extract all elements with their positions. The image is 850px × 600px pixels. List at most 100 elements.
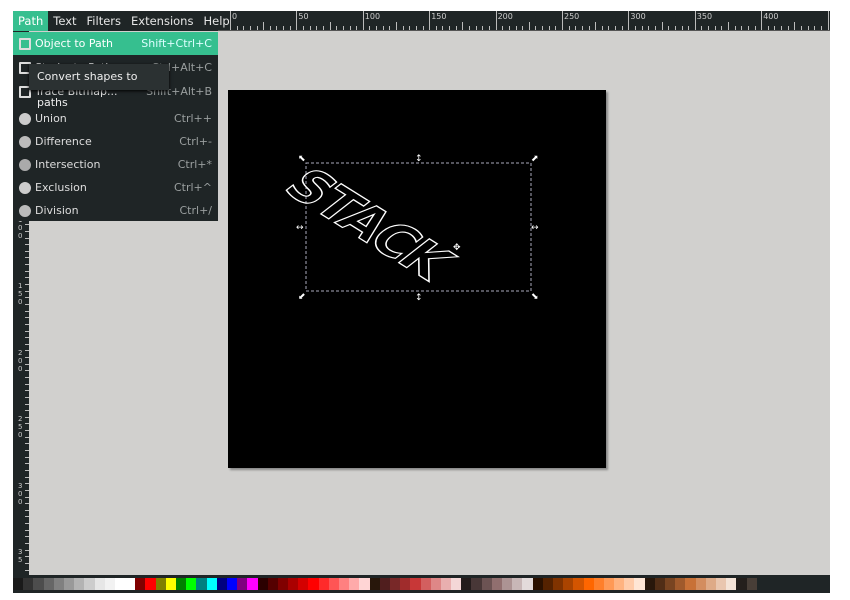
color-swatch[interactable] <box>593 578 604 590</box>
color-swatch[interactable] <box>705 578 716 590</box>
color-swatch[interactable] <box>13 578 24 590</box>
color-swatch[interactable] <box>298 578 309 590</box>
color-swatch[interactable] <box>145 578 156 590</box>
color-swatch[interactable] <box>114 578 126 590</box>
color-swatch[interactable] <box>440 578 452 590</box>
color-swatch[interactable] <box>430 578 441 590</box>
color-swatch[interactable] <box>389 578 401 590</box>
color-swatch[interactable] <box>573 578 584 590</box>
color-swatch[interactable] <box>359 578 370 590</box>
menu-text[interactable]: Text <box>48 11 81 31</box>
scale-handle-w[interactable]: ↔ <box>296 223 304 233</box>
color-swatch[interactable] <box>328 578 339 590</box>
color-swatch[interactable] <box>155 578 166 590</box>
color-swatch[interactable] <box>63 578 75 590</box>
color-swatch[interactable] <box>135 578 146 590</box>
color-swatch[interactable] <box>176 578 187 590</box>
menu-path[interactable]: Path <box>13 11 49 31</box>
color-swatch[interactable] <box>237 578 248 590</box>
menu-filters[interactable]: Filters <box>82 11 126 31</box>
menu-item-shortcut: Ctrl++ <box>173 112 212 125</box>
rotate-handle-ne[interactable]: ⬈ <box>531 154 539 164</box>
color-swatch[interactable] <box>491 578 502 590</box>
color-swatch[interactable] <box>746 578 757 590</box>
color-swatch[interactable] <box>695 578 706 590</box>
color-swatch[interactable] <box>461 578 472 590</box>
color-swatch[interactable] <box>125 578 136 590</box>
rotate-handle-nw[interactable]: ⬉ <box>298 154 306 164</box>
color-swatch[interactable] <box>715 578 727 590</box>
color-swatch[interactable] <box>654 578 665 590</box>
color-palette[interactable] <box>13 575 830 593</box>
color-swatch[interactable] <box>206 578 217 590</box>
color-swatch[interactable] <box>216 578 227 590</box>
menu-extensions[interactable]: Extensions <box>126 11 198 31</box>
rotate-handle-se[interactable]: ⬊ <box>531 292 539 302</box>
menu-item-object-to-path[interactable]: Object to Path Shift+Ctrl+C <box>13 32 218 55</box>
color-swatch[interactable] <box>267 578 278 590</box>
scale-handle-e[interactable]: ↔ <box>531 223 539 233</box>
color-swatch[interactable] <box>624 578 635 590</box>
color-swatch[interactable] <box>23 578 34 590</box>
menu-item-shortcut: Ctrl+/ <box>179 204 213 217</box>
color-swatch[interactable] <box>257 578 268 590</box>
color-swatch[interactable] <box>451 578 462 590</box>
menu-item-division[interactable]: Division Ctrl+/ <box>13 199 218 222</box>
color-swatch[interactable] <box>165 578 176 590</box>
color-swatch[interactable] <box>349 578 360 590</box>
rotation-center-icon[interactable]: ✥ <box>453 243 461 253</box>
color-swatch[interactable] <box>685 578 696 590</box>
color-swatch[interactable] <box>196 578 207 590</box>
color-swatch[interactable] <box>94 578 105 590</box>
color-swatch[interactable] <box>226 578 238 590</box>
color-swatch[interactable] <box>552 578 564 590</box>
color-swatch[interactable] <box>675 578 686 590</box>
scale-handle-s[interactable]: ↕ <box>415 293 423 303</box>
color-swatch[interactable] <box>339 578 350 590</box>
color-swatch[interactable] <box>410 578 421 590</box>
color-swatch[interactable] <box>420 578 431 590</box>
color-swatch[interactable] <box>542 578 553 590</box>
color-swatch[interactable] <box>288 578 299 590</box>
color-swatch[interactable] <box>379 578 390 590</box>
menu-item-label: Object to Path <box>35 37 114 50</box>
color-swatch[interactable] <box>186 578 197 590</box>
color-swatch[interactable] <box>84 578 95 590</box>
color-swatch[interactable] <box>603 578 615 590</box>
color-swatch[interactable] <box>532 578 543 590</box>
menu-item-exclusion[interactable]: Exclusion Ctrl+^ <box>13 176 218 199</box>
color-swatch[interactable] <box>369 578 380 590</box>
color-swatch[interactable] <box>43 578 54 590</box>
color-swatch[interactable] <box>502 578 513 590</box>
color-swatch[interactable] <box>644 578 655 590</box>
rotate-handle-sw[interactable]: ⬋ <box>298 292 306 302</box>
menu-help[interactable]: Help <box>198 11 234 31</box>
color-swatch[interactable] <box>481 578 492 590</box>
color-swatch[interactable] <box>400 578 411 590</box>
menu-item-label: Intersection <box>35 158 101 171</box>
color-swatch[interactable] <box>277 578 289 590</box>
color-swatch[interactable] <box>104 578 115 590</box>
color-swatch[interactable] <box>634 578 645 590</box>
color-swatch[interactable] <box>583 578 594 590</box>
division-icon <box>19 204 31 217</box>
scale-handle-n[interactable]: ↕ <box>415 154 423 164</box>
color-swatch[interactable] <box>247 578 258 590</box>
menu-item-intersection[interactable]: Intersection Ctrl+* <box>13 153 218 176</box>
color-swatch[interactable] <box>74 578 85 590</box>
color-swatch[interactable] <box>665 578 676 590</box>
menu-item-shortcut: Shift+Ctrl+C <box>141 37 212 50</box>
color-swatch[interactable] <box>33 578 44 590</box>
color-swatch[interactable] <box>53 578 64 590</box>
color-swatch[interactable] <box>471 578 482 590</box>
menu-item-difference[interactable]: Difference Ctrl+- <box>13 130 218 153</box>
color-swatch[interactable] <box>736 578 747 590</box>
color-swatch[interactable] <box>512 578 523 590</box>
color-swatch[interactable] <box>726 578 737 590</box>
color-swatch[interactable] <box>318 578 329 590</box>
color-swatch[interactable] <box>522 578 533 590</box>
color-swatch[interactable] <box>614 578 625 590</box>
color-swatch[interactable] <box>563 578 574 590</box>
color-swatch[interactable] <box>308 578 319 590</box>
tooltip: Convert shapes to paths <box>29 64 169 109</box>
